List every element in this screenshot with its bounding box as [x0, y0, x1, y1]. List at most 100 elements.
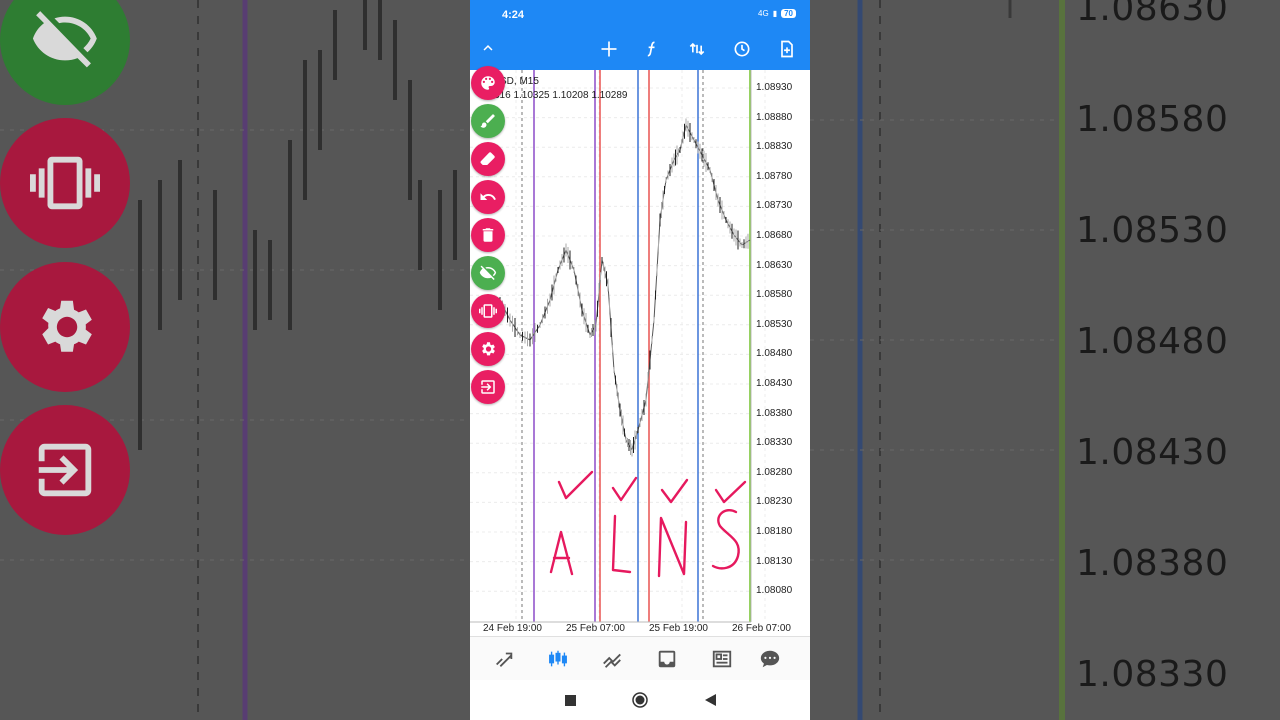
chart-tab[interactable] — [546, 647, 570, 671]
hide-drawings-button[interactable] — [471, 256, 505, 290]
news-icon — [712, 650, 732, 668]
price-tick-label: 1.08530 — [756, 318, 793, 330]
date-tick-label: 25 Feb 19:00 — [649, 623, 708, 634]
screen: 1.08630 1.08580 1.08530 1.08480 1.08430 … — [0, 0, 1280, 720]
price-tick-label: 1.08180 — [756, 526, 793, 537]
ink-checkmark — [611, 476, 638, 502]
background-gear-icon — [0, 262, 130, 392]
signal-icon: ▮ — [772, 9, 778, 18]
palette-button[interactable] — [471, 66, 505, 100]
exit-button[interactable] — [471, 370, 505, 404]
battery-icon: 70 — [781, 9, 796, 18]
recents-icon — [564, 694, 576, 706]
clock-icon[interactable] — [729, 36, 755, 62]
price-tick-label: 1.08330 — [756, 437, 793, 449]
chart-icon — [549, 650, 567, 667]
ink-checkmark — [660, 478, 689, 504]
messages-tab[interactable] — [758, 647, 782, 671]
date-tick-label: 26 Feb 07:00 — [732, 623, 791, 634]
date-tick-label: 24 Feb 19:00 — [483, 623, 542, 634]
home-button[interactable] — [632, 692, 648, 708]
price-tick-label: 1.08280 — [756, 466, 793, 478]
palette-icon — [481, 76, 495, 90]
price-tick-label: 1.08080 — [756, 585, 793, 597]
chart-symbol-label: SD, M15 — [500, 76, 539, 87]
chart-toolbar — [470, 28, 810, 70]
ink-letter-a — [549, 530, 574, 576]
trash-icon — [482, 228, 494, 242]
background-price-label: 1.08630 — [1076, 0, 1229, 29]
price-tick-label: 1.08930 — [756, 82, 793, 93]
trade-tab[interactable] — [600, 647, 624, 671]
history-icon — [658, 650, 676, 668]
vibrate-button[interactable] — [471, 294, 505, 328]
eraser-icon — [480, 152, 495, 165]
background-left — [0, 0, 470, 720]
price-tick-label: 1.08480 — [756, 348, 793, 360]
price-bars — [499, 118, 749, 457]
network-indicator: 4G — [758, 9, 769, 18]
quotes-icon — [496, 652, 513, 667]
price-chart[interactable]: SD, M15 316 1.10325 1.10208 1.10289 1.08… — [470, 70, 810, 636]
background-price-label: 1.08530 — [1076, 210, 1229, 251]
background-price-label: 1.08480 — [1076, 321, 1229, 362]
price-tick-label: 1.08380 — [756, 407, 793, 419]
date-tick-label: 25 Feb 07:00 — [566, 623, 625, 634]
exit-icon — [481, 380, 495, 394]
background-price-label: 1.08330 — [1076, 654, 1229, 695]
eye-off-icon — [479, 265, 497, 281]
crosshair-icon[interactable] — [596, 36, 622, 62]
price-tick-label: 1.08730 — [756, 200, 793, 212]
price-tick-label: 1.08430 — [756, 378, 793, 389]
trade-currency-icon[interactable] — [684, 36, 710, 62]
ink-letter-l — [611, 514, 632, 574]
price-tick-label: 1.08780 — [756, 170, 793, 182]
back-button[interactable] — [702, 692, 718, 708]
system-navigation-bar — [470, 680, 810, 720]
collapse-tools-button[interactable] — [471, 31, 505, 65]
history-tab[interactable] — [655, 647, 679, 671]
new-file-icon[interactable] — [774, 36, 800, 62]
phone-screen: 4:24 4G ▮ 70 SD, M15 316 1.10325 1.10208… — [470, 0, 810, 720]
price-tick-label: 1.08680 — [756, 230, 793, 241]
price-tick-label: 1.08880 — [756, 111, 793, 123]
chevron-up-icon — [483, 45, 493, 51]
status-bar: 4:24 4G ▮ 70 — [470, 0, 810, 28]
chart-vertical-lines — [521, 70, 751, 622]
news-tab[interactable] — [710, 647, 734, 671]
background-exit-icon — [0, 405, 130, 535]
recents-button[interactable] — [562, 692, 578, 708]
delete-button[interactable] — [471, 218, 505, 252]
gear-icon — [482, 342, 495, 356]
eraser-button[interactable] — [471, 142, 505, 176]
price-tick-label: 1.08130 — [756, 555, 793, 567]
messages-icon — [760, 650, 780, 668]
chart-ohlc-label: 316 1.10325 1.10208 1.10289 — [494, 90, 628, 101]
brush-button[interactable] — [471, 104, 505, 138]
price-tick-label: 1.08580 — [756, 289, 793, 301]
vibrate-icon — [479, 304, 497, 318]
price-tick-label: 1.08830 — [756, 141, 793, 153]
background-price-label: 1.08380 — [1076, 543, 1229, 584]
status-time: 4:24 — [502, 9, 525, 21]
background-vibrate-icon — [0, 118, 130, 248]
home-icon — [632, 692, 648, 708]
background-price-label: 1.08580 — [1076, 99, 1229, 140]
ink-letter-s — [711, 509, 740, 570]
bottom-navigation — [470, 636, 810, 680]
trade-icon — [603, 653, 621, 668]
quotes-tab[interactable] — [492, 647, 516, 671]
settings-button[interactable] — [471, 332, 505, 366]
ink-checkmark — [714, 480, 747, 504]
ink-checkmark — [557, 470, 594, 500]
function-icon[interactable] — [639, 36, 665, 62]
background-price-label: 1.08430 — [1076, 432, 1229, 473]
handwriting-annotations — [549, 470, 747, 578]
brush-icon — [480, 114, 495, 128]
chart-grid — [470, 70, 766, 622]
undo-icon — [480, 193, 496, 200]
price-tick-label: 1.08230 — [756, 496, 793, 508]
back-icon — [704, 694, 716, 706]
undo-button[interactable] — [471, 180, 505, 214]
status-icons: 4G ▮ 70 — [758, 9, 796, 18]
